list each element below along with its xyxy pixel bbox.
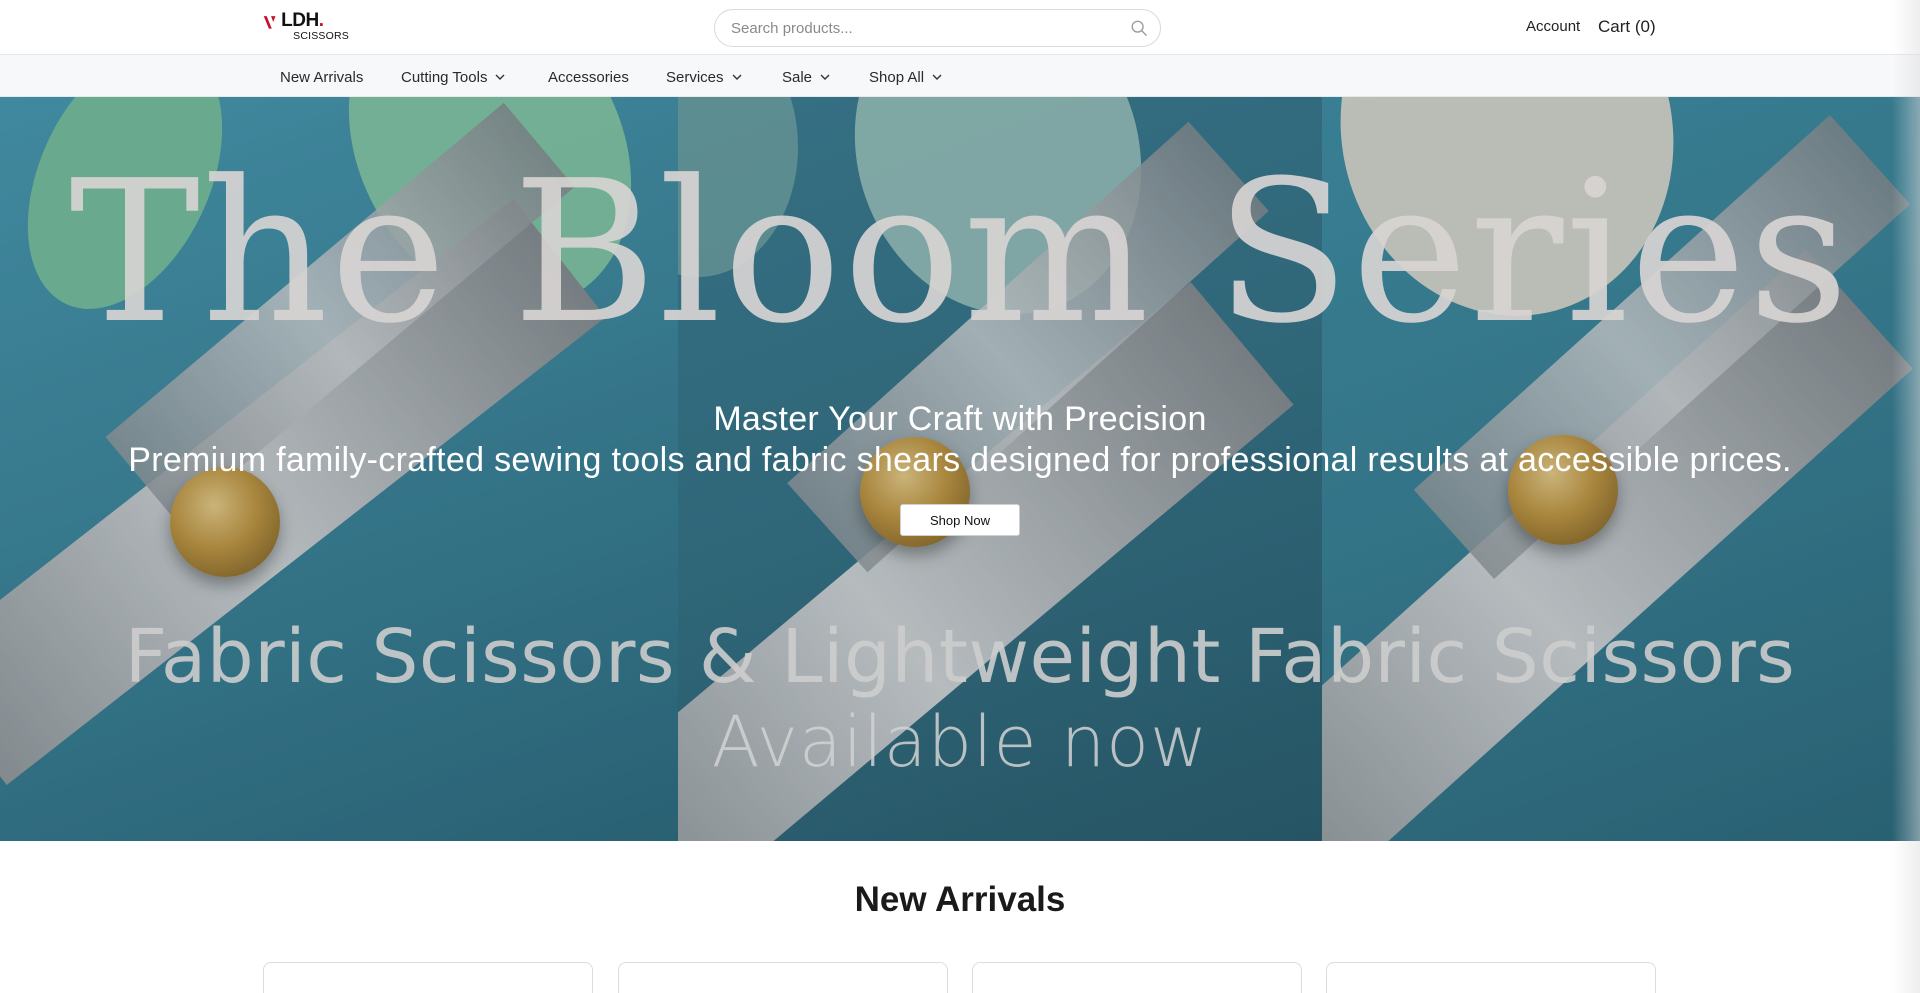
nav-item-label: Sale: [782, 68, 813, 86]
hero-subtitle: Premium family-crafted sewing tools and …: [128, 441, 1792, 479]
main-nav: New Arrivals Cutting Tools Accessories S…: [0, 55, 1920, 97]
nav-item-shop-all[interactable]: Shop All: [869, 67, 944, 87]
search-icon[interactable]: [1130, 19, 1148, 37]
chevron-down-icon: [495, 74, 505, 80]
new-arrivals-title: New Arrivals: [854, 880, 1066, 919]
hero-product-line: Fabric Scissors & Lightweight Fabric Sci…: [124, 614, 1796, 700]
logo-mark-icon: [263, 16, 276, 29]
product-card[interactable]: [1326, 962, 1656, 993]
ldh-logo[interactable]: LDH. SCISSORS: [263, 11, 349, 45]
nav-item-label: Shop All: [869, 68, 925, 86]
chevron-down-icon: [732, 74, 742, 80]
logo-wordmark: LDH.: [281, 10, 324, 31]
product-card[interactable]: [618, 962, 948, 993]
hero-availability: Available now: [711, 701, 1209, 783]
search-input[interactable]: [731, 18, 1111, 38]
nav-item-sale[interactable]: Sale: [782, 67, 832, 87]
nav-item-label: New Arrivals: [280, 68, 364, 86]
shop-now-button[interactable]: Shop Now: [900, 504, 1020, 536]
product-card[interactable]: [263, 962, 593, 993]
hero-banner: The Bloom Series Master Your Craft with …: [0, 97, 1920, 841]
chevron-down-icon: [932, 74, 942, 80]
chevron-down-icon: [820, 74, 830, 80]
product-card[interactable]: [972, 962, 1302, 993]
site-header: LDH. SCISSORS Account Cart (0): [0, 0, 1920, 55]
nav-item-label: Services: [666, 68, 724, 86]
nav-item-cutting-tools[interactable]: Cutting Tools: [401, 67, 507, 87]
cart-link[interactable]: Cart (0): [1598, 17, 1656, 37]
nav-item-accessories[interactable]: Accessories: [548, 67, 629, 87]
nav-item-new-arrivals[interactable]: New Arrivals: [280, 67, 363, 87]
search-bar: [714, 9, 1161, 47]
logo-text: LDH. SCISSORS: [281, 11, 349, 42]
nav-item-label: Cutting Tools: [401, 68, 488, 86]
account-link[interactable]: Account: [1526, 18, 1580, 35]
hero-series-title: The Bloom Series: [69, 139, 1851, 367]
logo-subtitle: SCISSORS: [293, 30, 349, 42]
hero-title: Master Your Craft with Precision: [713, 400, 1207, 438]
nav-item-services[interactable]: Services: [666, 67, 744, 87]
nav-item-label: Accessories: [548, 68, 629, 86]
